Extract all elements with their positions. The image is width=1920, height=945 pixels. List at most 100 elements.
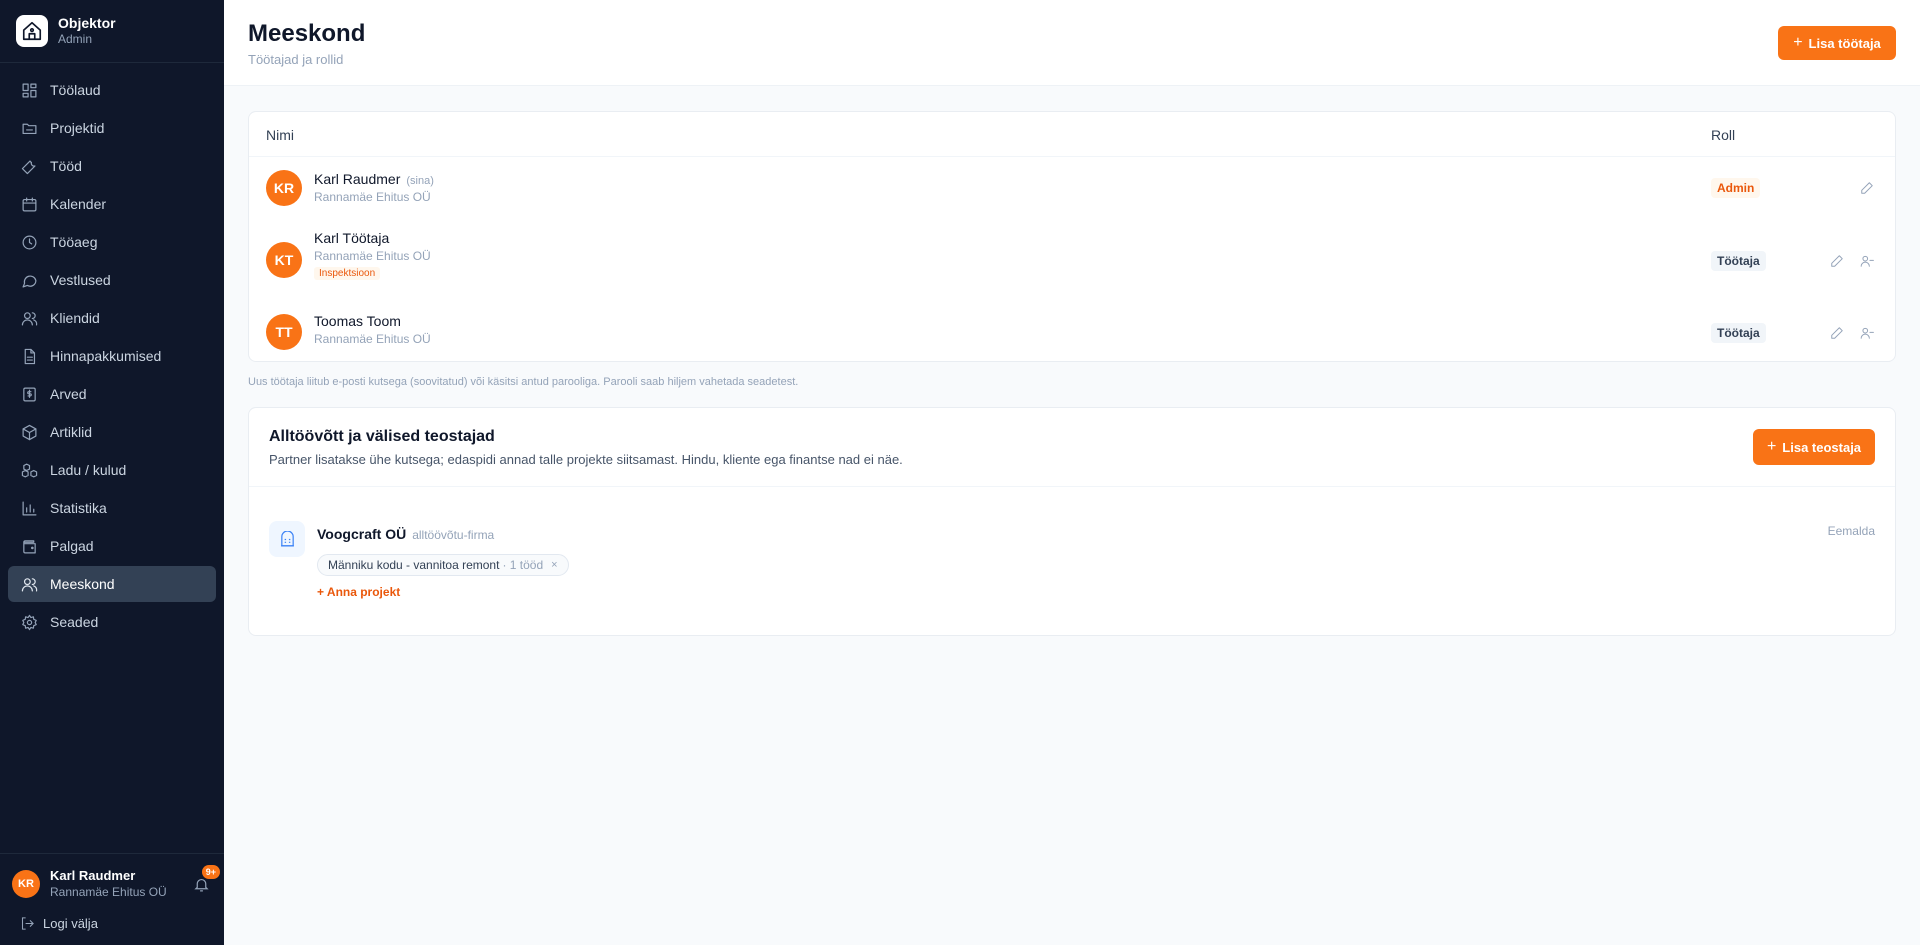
wallet-icon <box>20 537 38 555</box>
avatar: TT <box>266 314 302 350</box>
table-row: TT Toomas Toom Rannamäe Ehitus OÜ Töötaj… <box>249 302 1895 362</box>
invoice-icon <box>20 385 38 403</box>
avatar[interactable]: KR <box>12 870 40 898</box>
add-employee-button[interactable]: + Lisa töötaja <box>1778 26 1896 60</box>
pencil-icon <box>1861 182 1873 194</box>
calendar-icon <box>20 195 38 213</box>
column-header-name: Nimi <box>266 127 294 143</box>
users-icon <box>20 309 38 327</box>
sidebar-footer: KR Karl Raudmer Rannamäe Ehitus OÜ 9+ Lo… <box>0 853 224 945</box>
page-title: Meeskond <box>248 20 366 47</box>
team-icon <box>20 575 38 593</box>
sidebar-item-label: Meeskond <box>50 576 115 592</box>
boxes-icon <box>20 461 38 479</box>
user-company: Rannamäe Ehitus OÜ <box>50 885 167 899</box>
sidebar-item-tood[interactable]: Tööd <box>8 148 216 184</box>
sidebar-item-label: Arved <box>50 386 87 402</box>
dashboard-icon <box>20 81 38 99</box>
plus-icon: + <box>1793 34 1803 51</box>
sidebar-item-label: Tööd <box>50 158 82 174</box>
page-subtitle: Töötajad ja rollid <box>248 52 344 67</box>
sidebar-item-label: Kliendid <box>50 310 100 326</box>
sidebar-item-seaded[interactable]: Seaded <box>8 604 216 640</box>
member-company: Rannamäe Ehitus OÜ <box>314 190 431 204</box>
add-employee-label: Lisa töötaja <box>1808 35 1881 51</box>
clock-icon <box>20 233 38 251</box>
sidebar-item-statistika[interactable]: Statistika <box>8 490 216 526</box>
brand[interactable]: Objektor Admin <box>0 0 224 63</box>
notifications-button[interactable]: 9+ <box>190 865 220 895</box>
add-contractor-button[interactable]: + Lisa teostaja <box>1753 429 1875 465</box>
document-icon <box>20 347 38 365</box>
sidebar-item-hinnapakkumised[interactable]: Hinnapakkumised <box>8 338 216 374</box>
sidebar-item-meeskond[interactable]: Meeskond <box>8 566 216 602</box>
logout-label: Logi välja <box>43 916 98 931</box>
sidebar-item-kalender[interactable]: Kalender <box>8 186 216 222</box>
pencil-icon <box>1831 327 1843 339</box>
logout-button[interactable]: Logi välja <box>12 916 212 931</box>
chat-icon <box>20 271 38 289</box>
box-icon <box>20 423 38 441</box>
table-row: KT Karl Töötaja Rannamäe Ehitus OÜ Inspe… <box>249 218 1895 302</box>
edit-member-button[interactable] <box>1828 324 1846 342</box>
project-name: Männiku kodu - vannitoa remont <box>328 558 500 572</box>
partners-header: Alltöövõtt ja välised teostajad Partner … <box>249 408 1895 487</box>
sidebar-item-label: Töölaud <box>50 82 101 98</box>
remove-partner-link[interactable]: Eemalda <box>1828 524 1875 538</box>
you-label: (sina) <box>406 175 434 187</box>
wrench-icon <box>20 157 38 175</box>
sidebar-item-label: Projektid <box>50 120 105 136</box>
sidebar-item-projektid[interactable]: Projektid <box>8 110 216 146</box>
sidebar-item-toolaud[interactable]: Töölaud <box>8 72 216 108</box>
avatar: KR <box>266 170 302 206</box>
gear-icon <box>20 613 38 631</box>
project-chip[interactable]: Männiku kodu - vannitoa remont · 1 tööd … <box>317 554 569 576</box>
role-badge: Töötaja <box>1711 251 1766 271</box>
page-header: Meeskond Töötajad ja rollid + Lisa tööta… <box>224 0 1920 86</box>
house-logo-icon <box>16 15 48 47</box>
partners-card: Alltöövõtt ja välised teostajad Partner … <box>248 407 1896 636</box>
sidebar-item-vestlused[interactable]: Vestlused <box>8 262 216 298</box>
column-header-role: Roll <box>1711 127 1736 143</box>
team-table: Nimi Roll KR Karl Raudmer (sina) Rannamäe… <box>248 111 1896 362</box>
table-header: Nimi Roll <box>249 112 1895 157</box>
building-icon <box>269 521 305 557</box>
brand-name: Objektor <box>58 15 116 31</box>
member-name: Karl Töötaja <box>314 230 390 246</box>
edit-member-button[interactable] <box>1858 179 1876 197</box>
remove-project-button[interactable]: × <box>551 559 557 571</box>
brand-role: Admin <box>58 32 93 46</box>
sidebar-item-artiklid[interactable]: Artiklid <box>8 414 216 450</box>
sidebar-item-arved[interactable]: Arved <box>8 376 216 412</box>
sidebar-item-label: Hinnapakkumised <box>50 348 162 364</box>
assign-project-link[interactable]: + Anna projekt <box>317 585 400 599</box>
sidebar: Objektor Admin Töölaud Projektid Tööd Ka… <box>0 0 224 945</box>
user-minus-icon <box>1860 327 1874 339</box>
avatar: KT <box>266 242 302 278</box>
sidebar-item-palgad[interactable]: Palgad <box>8 528 216 564</box>
user-name: Karl Raudmer <box>50 868 136 883</box>
sidebar-item-label: Kalender <box>50 196 107 212</box>
add-contractor-label: Lisa teostaja <box>1782 439 1862 455</box>
sidebar-item-ladu-kulud[interactable]: Ladu / kulud <box>8 452 216 488</box>
firm-name-text: Voogcraft OÜ <box>317 526 407 542</box>
remove-member-button[interactable] <box>1858 324 1876 342</box>
sidebar-item-kliendid[interactable]: Kliendid <box>8 300 216 336</box>
plus-icon: + <box>1766 438 1777 455</box>
current-user: KR Karl Raudmer Rannamäe Ehitus OÜ 9+ <box>12 865 220 900</box>
main-content: Meeskond Töötajad ja rollid + Lisa tööta… <box>224 0 1920 945</box>
sidebar-item-label: Palgad <box>50 538 94 554</box>
sidebar-item-tooaeg[interactable]: Tööaeg <box>8 224 216 260</box>
role-badge: Töötaja <box>1711 323 1766 343</box>
table-row: KR Karl Raudmer (sina) Rannamäe Ehitus OÜ… <box>249 158 1895 218</box>
user-minus-icon <box>1860 255 1874 267</box>
project-job-count: · 1 tööd <box>502 558 544 572</box>
pencil-icon <box>1831 255 1843 267</box>
role-badge: Admin <box>1711 178 1761 198</box>
edit-member-button[interactable] <box>1828 252 1846 270</box>
sidebar-item-label: Statistika <box>50 500 107 516</box>
invite-note: Uus töötaja liitub e-posti kutsega (soov… <box>248 376 799 388</box>
member-name: Karl Raudmer (sina) <box>314 171 434 187</box>
sidebar-item-label: Vestlused <box>50 272 111 288</box>
remove-member-button[interactable] <box>1858 252 1876 270</box>
